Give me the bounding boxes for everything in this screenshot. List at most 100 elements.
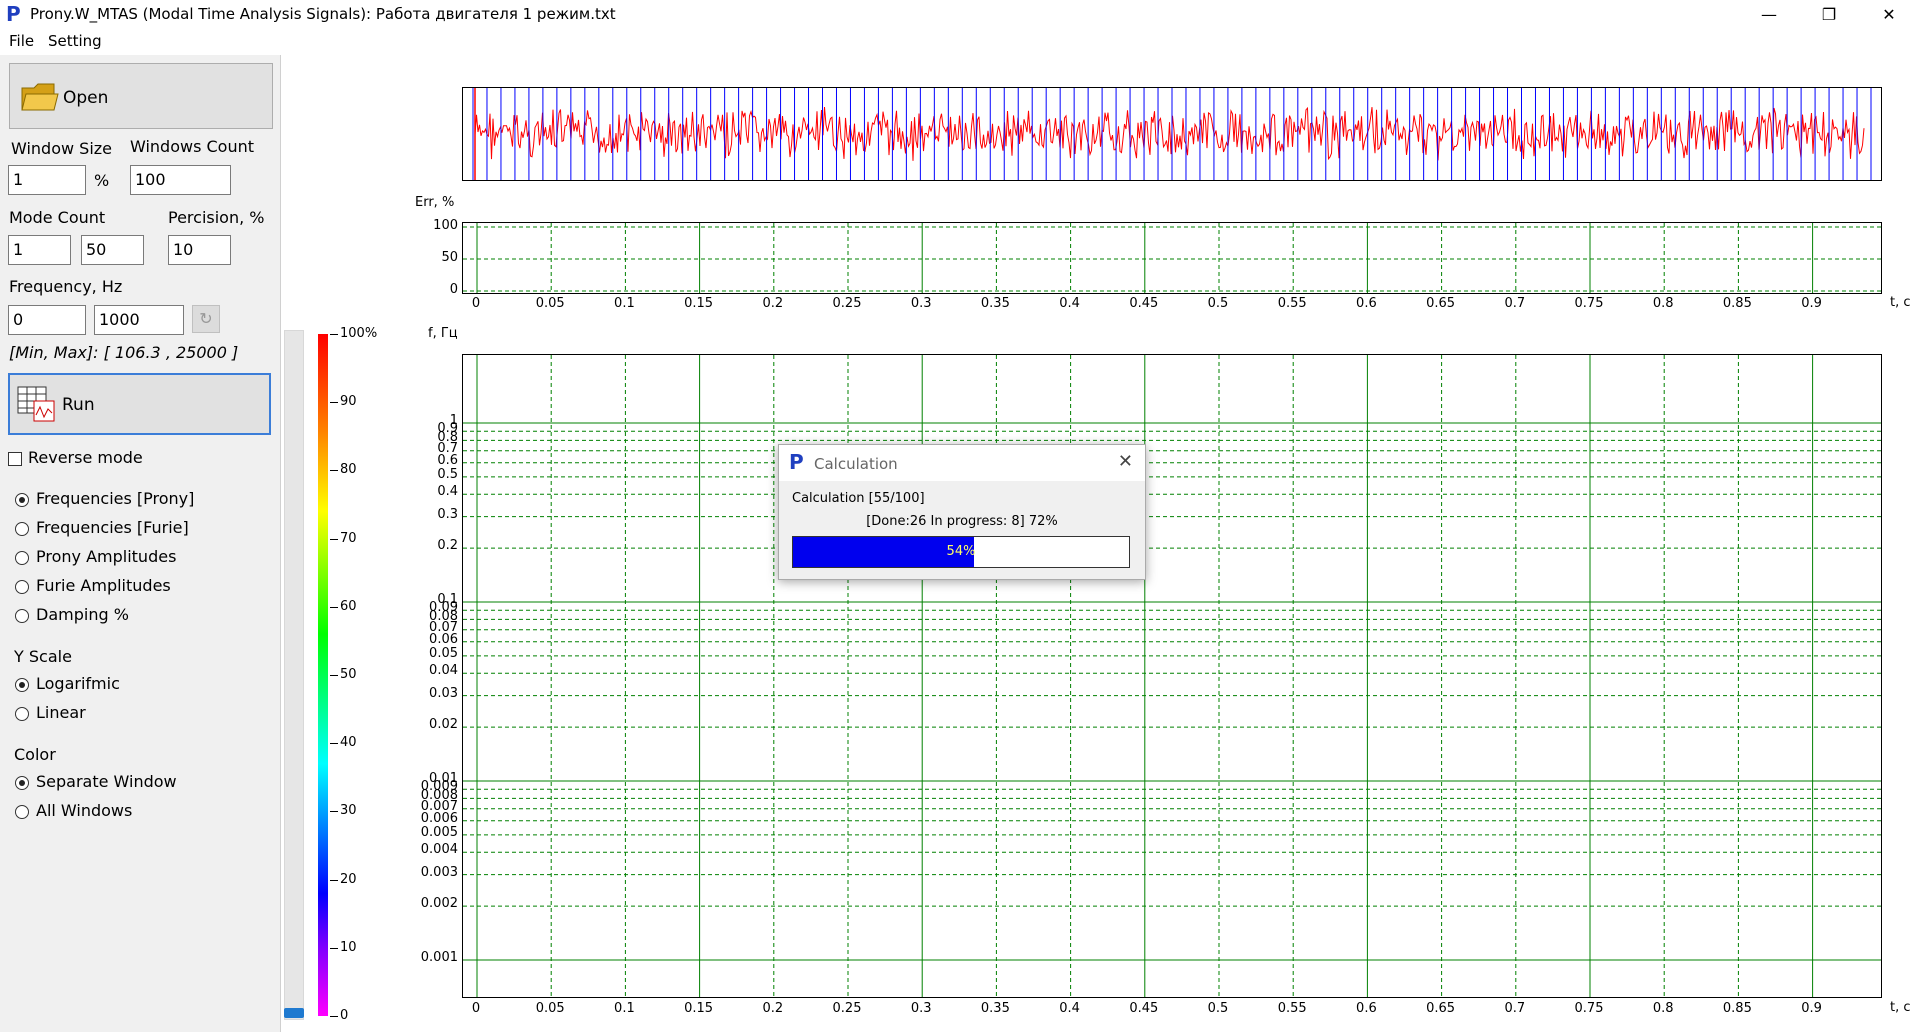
window-size-label: Window Size <box>11 139 113 158</box>
freq-ytick-label: 0.2 <box>437 538 458 554</box>
menu-file[interactable]: File <box>9 32 34 50</box>
minimize-button[interactable]: — <box>1746 0 1792 30</box>
freq-ytick-label: 0.3 <box>437 506 458 522</box>
err-xtick-label: 0.7 <box>1504 296 1526 311</box>
calculation-dialog: P Calculation ✕ Calculation [55/100] [Do… <box>778 444 1146 580</box>
open-button[interactable]: Open <box>9 63 273 129</box>
freq-xtick-label: 0.75 <box>1574 1001 1604 1016</box>
window-size-input[interactable]: 1 <box>8 165 86 195</box>
radio-label-linear: Linear <box>36 703 86 722</box>
radio-label-damping: Damping % <box>36 605 129 624</box>
err-ylabel: Err, % <box>415 195 455 210</box>
colorbar-label: 50 <box>340 667 357 682</box>
frequency-plot-grid <box>463 355 1881 997</box>
color-threshold-slider-track[interactable] <box>284 330 304 1020</box>
dialog-title: Calculation <box>814 455 898 473</box>
colorbar-tick <box>330 675 338 676</box>
percision-label: Percision, % <box>168 208 265 227</box>
percision-input[interactable]: 10 <box>168 235 231 265</box>
yscale-title: Y Scale <box>14 647 72 666</box>
freq-xtick-label: 0.6 <box>1356 1001 1377 1016</box>
radio-prony-amplitudes[interactable] <box>15 551 29 565</box>
radio-furie-amplitudes[interactable] <box>15 580 29 594</box>
freq-ylabel: f, Гц <box>428 326 458 341</box>
windows-count-label: Windows Count <box>130 137 255 156</box>
freq-xtick-label: 0 <box>471 1001 481 1016</box>
freq-ytick-label: 0.5 <box>437 466 458 482</box>
windows-count-input[interactable]: 100 <box>130 165 231 195</box>
run-icon <box>17 386 55 422</box>
freq-xtick-label: 0.9 <box>1801 1001 1822 1016</box>
radio-frequencies-furie[interactable] <box>15 522 29 536</box>
freq-xtick-label: 0.1 <box>614 1001 635 1016</box>
reverse-mode-checkbox[interactable] <box>8 452 22 466</box>
colorbar-label: 10 <box>340 939 357 955</box>
folder-icon <box>21 83 59 111</box>
run-button[interactable]: Run <box>8 373 271 435</box>
freq-xtick-label: 0.55 <box>1277 1001 1307 1016</box>
dialog-close-icon[interactable]: ✕ <box>1118 451 1133 472</box>
title-bar: P Prony.W_MTAS (Modal Time Analysis Sign… <box>0 0 1920 30</box>
err-xtick-label: 0 <box>471 296 481 311</box>
radio-label-prony-amplitudes: Prony Amplitudes <box>36 547 177 566</box>
frequency-min-input[interactable]: 0 <box>8 305 86 335</box>
radio-all-windows[interactable] <box>15 805 29 819</box>
err-xtick-label: 0.05 <box>535 296 565 311</box>
err-xtick-label: 0.25 <box>832 296 862 311</box>
window-title: Prony.W_MTAS (Modal Time Analysis Signal… <box>30 5 616 23</box>
signal-plot <box>462 87 1882 181</box>
freq-ytick-label: 0.003 <box>420 864 458 880</box>
radio-separate-window[interactable] <box>15 776 29 790</box>
radio-damping[interactable] <box>15 609 29 623</box>
freq-xtick-label: 0.05 <box>535 1001 565 1016</box>
freq-xtick-label: 0.8 <box>1652 1001 1674 1016</box>
window-size-unit: % <box>94 171 110 190</box>
colorbar-label: 0 <box>340 1008 349 1023</box>
freq-xtick-label: 0.65 <box>1426 1001 1456 1016</box>
colorbar-tick <box>330 606 338 608</box>
err-xtick-label: 0.75 <box>1574 296 1604 311</box>
err-xtick-label: 0.45 <box>1129 296 1159 311</box>
colorbar-label: 20 <box>340 871 357 887</box>
menu-setting[interactable]: Setting <box>48 32 102 50</box>
freq-ytick-label: 0.002 <box>420 896 458 912</box>
calculation-progress-bar: 54% <box>792 536 1130 568</box>
signal-waveform <box>472 88 1872 180</box>
radio-logarifmic[interactable] <box>15 678 29 692</box>
mode-count-max-input[interactable]: 50 <box>81 235 144 265</box>
freq-ytick-label: 0.006 <box>420 810 458 826</box>
colorbar-tick <box>330 879 338 881</box>
freq-ytick-label: 0.005 <box>420 824 458 840</box>
frequency-max-input[interactable]: 1000 <box>94 305 184 335</box>
color-threshold-slider-handle[interactable] <box>284 1008 304 1018</box>
radio-linear[interactable] <box>15 707 29 721</box>
err-xtick-label: 0.1 <box>614 296 635 311</box>
radio-label-frequencies-furie: Frequencies [Furie] <box>36 518 189 537</box>
err-ytick-label: 50 <box>441 250 458 265</box>
radio-label-furie-amplitudes: Furie Amplitudes <box>36 576 171 595</box>
colorbar-tick <box>330 334 338 335</box>
maximize-button[interactable]: ❐ <box>1806 0 1852 30</box>
open-label: Open <box>63 88 109 108</box>
colorbar-label: 90 <box>340 394 357 410</box>
err-xtick-label: 0.65 <box>1426 296 1456 311</box>
progress-text: 54% <box>946 544 976 559</box>
err-xtick-label: 0.9 <box>1801 296 1822 311</box>
err-ytick-label: 100 <box>433 218 458 233</box>
freq-ytick-label: 0.04 <box>429 663 458 679</box>
colorbar-label: 80 <box>340 462 357 478</box>
colorbar-tick <box>330 538 338 540</box>
run-label: Run <box>62 395 95 415</box>
mode-count-min-input[interactable]: 1 <box>8 235 71 265</box>
err-xtick-label: 0.5 <box>1207 296 1229 311</box>
freq-xtick-label: 0.5 <box>1207 1001 1229 1016</box>
err-xtick-label: 0.8 <box>1652 296 1674 311</box>
radio-frequencies-prony[interactable] <box>15 493 29 507</box>
error-plot <box>462 222 1882 294</box>
color-title: Color <box>14 745 56 764</box>
freq-ytick-label: 0.05 <box>429 645 458 661</box>
dialog-status-line2: [Done:26 In progress: 8] 72% <box>866 514 1058 529</box>
refresh-icon[interactable]: ↻ <box>192 305 220 333</box>
close-button[interactable]: ✕ <box>1866 0 1912 30</box>
freq-xtick-label: 0.25 <box>832 1001 862 1016</box>
